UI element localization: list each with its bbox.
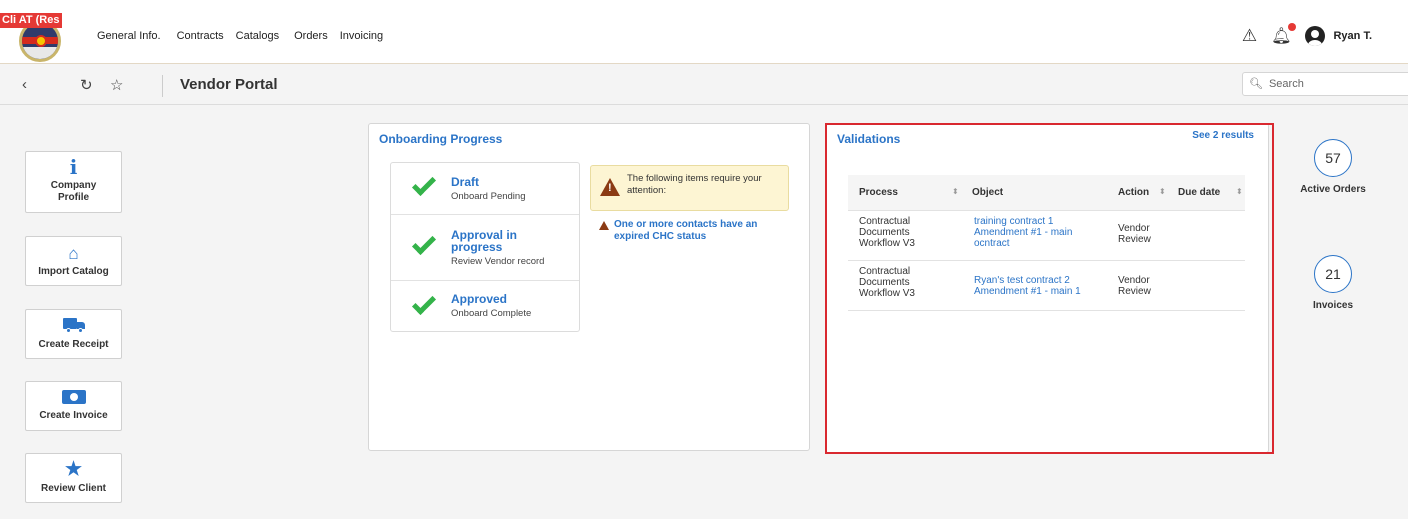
user-avatar-icon[interactable] [1305,26,1326,46]
money-icon [61,390,86,404]
main-nav: General Info. Contracts Catalogs Orders … [97,30,399,42]
create-invoice-button[interactable]: Create Invoice [25,381,122,431]
nav-contracts[interactable]: Contracts [177,30,224,42]
nav-orders[interactable]: Orders [294,30,328,42]
import-catalog-label: Import Catalog [38,266,109,277]
step-status: Onboard Pending [451,191,526,202]
notification-dot [1288,23,1297,31]
warning-icon[interactable]: ⚠ [1242,26,1257,46]
company-profile-button[interactable]: i Company Profile [25,151,122,213]
onboarding-progress-panel: Onboarding Progress Draft Onboard Pendin… [368,123,810,451]
step-draft: Draft Onboard Pending [391,163,579,215]
company-profile-label: Company Profile [50,180,97,203]
item-alert-icon [599,221,609,230]
import-catalog-button[interactable]: ⌂ Import Catalog [25,236,122,286]
create-receipt-label: Create Receipt [38,339,109,350]
search-icon: 🔍︎ [1249,78,1263,90]
step-approval-in-progress: Approval in progress Review Vendor recor… [391,215,579,281]
notification-bell-icon[interactable]: 🔔︎ [1271,23,1297,46]
user-area: ⚠ 🔔︎ Ryan T. [1242,23,1372,46]
step-name[interactable]: Approval in progress [451,229,541,253]
info-icon: i [69,155,78,179]
history-icon[interactable]: ↻ [80,76,93,94]
attention-item-link[interactable]: One or more contacts have an expired CHC… [614,219,789,243]
nav-general-info[interactable]: General Info. [97,30,161,42]
toolbar-divider [162,75,163,97]
search-placeholder: Search [1268,78,1304,90]
nav-invoicing[interactable]: Invoicing [340,30,383,42]
invoices-label[interactable]: Invoices [1290,300,1376,311]
active-orders-label[interactable]: Active Orders [1290,184,1376,195]
validations-highlight-frame [825,123,1274,454]
alert-exclamation: ! [608,182,612,194]
check-icon [411,171,437,197]
page-title: Vendor Portal [180,76,278,93]
top-navigation-bar: Cli AT (Res General Info. Contracts Cata… [0,0,1408,64]
check-icon [411,230,437,256]
search-input[interactable]: 🔍︎ Search [1242,72,1408,96]
check-icon [411,290,437,316]
create-receipt-button[interactable]: Create Receipt [25,309,122,359]
attention-box: ! The following items require your atten… [590,165,789,211]
step-name[interactable]: Approved [451,293,507,305]
star-icon: ★ [64,459,83,480]
onboarding-progress-title: Onboarding Progress [379,132,503,146]
review-client-label: Review Client [40,483,107,494]
invoices-count[interactable]: 21 [1314,255,1352,293]
create-invoice-label: Create Invoice [39,410,108,421]
page-toolbar: ‹ ↻ ☆ Vendor Portal 🔍︎ Search [0,64,1408,105]
step-approved: Approved Onboard Complete [391,281,579,333]
step-status: Review Vendor record [451,256,545,267]
active-orders-count[interactable]: 57 [1314,139,1352,177]
nav-catalogs[interactable]: Catalogs [236,30,279,42]
onboarding-steps-list: Draft Onboard Pending Approval in progre… [390,162,580,332]
truck-icon [62,318,85,333]
back-arrow-icon[interactable]: ‹ [22,76,27,93]
review-client-button[interactable]: ★ Review Client [25,453,122,503]
basket-icon: ⌂ [68,244,79,263]
attention-text: The following items require your attenti… [627,173,762,196]
step-name[interactable]: Draft [451,176,479,188]
user-name[interactable]: Ryan T. [1333,30,1372,42]
favorite-star-icon[interactable]: ☆ [110,76,123,94]
step-status: Onboard Complete [451,308,532,319]
environment-badge: Cli AT (Res [0,13,62,28]
